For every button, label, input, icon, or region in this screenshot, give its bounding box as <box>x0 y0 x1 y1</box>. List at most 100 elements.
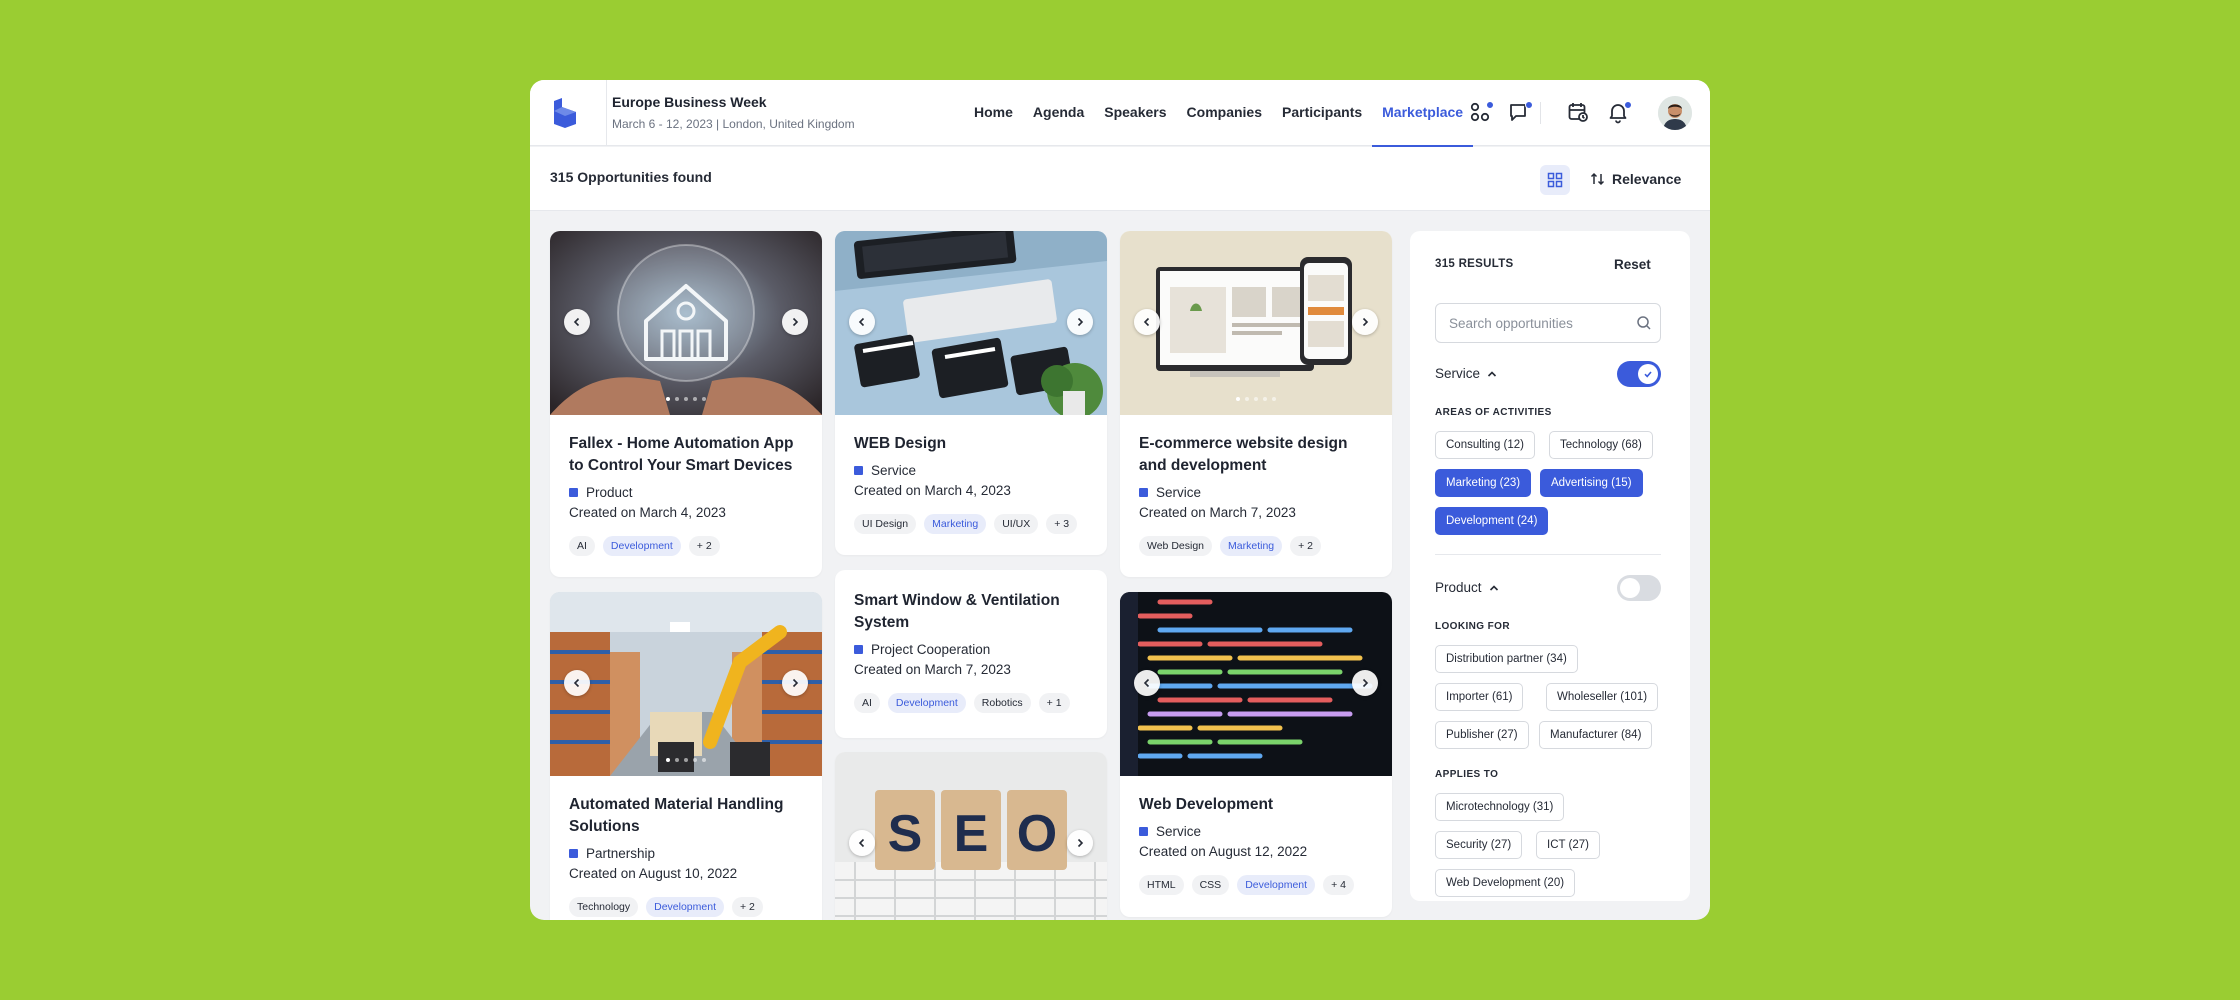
card-date: Created on August 10, 2022 <box>569 866 738 881</box>
carousel-dots <box>1120 397 1392 401</box>
tag-more[interactable]: + 2 <box>732 897 763 917</box>
filter-chip[interactable]: Web Development (20) <box>1435 869 1576 897</box>
filter-chip[interactable]: Technology (68) <box>1549 431 1653 459</box>
tag-more[interactable]: + 1 <box>1038 693 1070 713</box>
carousel-prev-button[interactable] <box>849 309 875 335</box>
card-date: Created on March 7, 2023 <box>854 662 1011 677</box>
nav-home[interactable]: Home <box>964 80 1023 146</box>
grid-view-button[interactable] <box>1540 165 1570 195</box>
carousel-next-button[interactable] <box>782 309 808 335</box>
tag[interactable]: Marketing <box>924 514 987 534</box>
tag[interactable]: AI <box>569 536 595 556</box>
filter-chip[interactable]: Microtechnology (31) <box>1435 793 1565 821</box>
filter-chip[interactable]: Importer (61) <box>1435 683 1524 711</box>
card-date: Created on March 4, 2023 <box>569 505 726 520</box>
calendar-clock-icon[interactable] <box>1566 100 1592 126</box>
card-image <box>550 231 822 415</box>
nav-marketplace[interactable]: Marketplace <box>1372 80 1474 147</box>
carousel-prev-button[interactable] <box>564 309 590 335</box>
filter-chip[interactable]: Publisher (27) <box>1435 721 1529 749</box>
chat-icon[interactable] <box>1507 100 1533 126</box>
filter-chip-selected[interactable]: Marketing (23) <box>1435 469 1532 497</box>
product-switch[interactable] <box>1617 575 1661 601</box>
card-title[interactable]: Fallex - Home Automation App to Control … <box>569 433 809 477</box>
filter-chip-selected[interactable]: Advertising (15) <box>1540 469 1643 497</box>
tag[interactable]: Development <box>646 897 724 917</box>
card-type: Service <box>1139 485 1201 500</box>
search-icon[interactable] <box>1636 315 1652 331</box>
tag[interactable]: UI Design <box>854 514 917 534</box>
carousel-dots <box>550 758 822 762</box>
carousel-next-button[interactable] <box>1067 830 1093 856</box>
reset-button[interactable]: Reset <box>1614 257 1651 272</box>
nav-participants[interactable]: Participants <box>1272 80 1372 146</box>
nav-companies[interactable]: Companies <box>1177 80 1272 146</box>
carousel-next-button[interactable] <box>1352 309 1378 335</box>
card-type-label: Service <box>1156 824 1202 839</box>
tag-more[interactable]: + 2 <box>1290 536 1322 556</box>
tag-more[interactable]: + 4 <box>1323 875 1354 895</box>
opportunity-card[interactable]: S E O <box>835 752 1107 920</box>
nav-agenda[interactable]: Agenda <box>1023 80 1094 146</box>
service-section-toggle[interactable]: Service <box>1435 366 1498 381</box>
apps-icon[interactable] <box>1468 100 1494 126</box>
card-title[interactable]: Smart Window & Ventilation System <box>854 590 1094 634</box>
tag[interactable]: CSS <box>1191 875 1230 895</box>
card-tags: UI Design Marketing UI/UX + 3 <box>854 514 1078 534</box>
section-divider <box>1435 554 1661 555</box>
product-section-toggle[interactable]: Product <box>1435 580 1500 595</box>
tag-more[interactable]: + 3 <box>1046 514 1078 534</box>
tag[interactable]: Technology <box>569 897 639 917</box>
nav-speakers[interactable]: Speakers <box>1094 80 1176 146</box>
carousel-next-button[interactable] <box>1067 309 1093 335</box>
filter-chip[interactable]: Manufacturer (84) <box>1539 721 1653 749</box>
card-title[interactable]: Web Development <box>1139 794 1379 816</box>
opportunity-card[interactable]: WEB Design Service Created on March 4, 2… <box>835 231 1107 555</box>
tag[interactable]: Development <box>1237 875 1316 895</box>
tag[interactable]: HTML <box>1139 875 1184 895</box>
search-input[interactable] <box>1435 303 1661 343</box>
bell-icon[interactable] <box>1606 100 1632 126</box>
tag[interactable]: AI <box>854 693 880 713</box>
card-type: Partnership <box>569 846 655 861</box>
card-image <box>1120 592 1392 776</box>
carousel-prev-button[interactable] <box>1134 670 1160 696</box>
brand-logo[interactable] <box>550 97 580 129</box>
filter-chip[interactable]: ICT (27) <box>1536 831 1600 859</box>
carousel-next-button[interactable] <box>782 670 808 696</box>
opportunity-card[interactable]: Smart Window & Ventilation System Projec… <box>835 570 1107 738</box>
carousel-prev-button[interactable] <box>564 670 590 696</box>
card-type: Service <box>854 463 916 478</box>
card-type: Product <box>569 485 633 500</box>
opportunity-card[interactable]: Web Development Service Created on Augus… <box>1120 592 1392 917</box>
sort-label: Relevance <box>1612 171 1682 187</box>
tag[interactable]: Robotics <box>973 693 1031 713</box>
sort-button[interactable]: Relevance <box>1590 171 1681 187</box>
user-avatar[interactable] <box>1658 96 1692 130</box>
tag[interactable]: Development <box>887 693 966 713</box>
card-title[interactable]: WEB Design <box>854 433 1094 455</box>
header-icon-divider <box>1540 102 1541 124</box>
card-tags: AI Development + 2 <box>569 536 720 556</box>
service-switch[interactable] <box>1617 361 1661 387</box>
filter-chip[interactable]: Security (27) <box>1435 831 1523 859</box>
carousel-prev-button[interactable] <box>849 830 875 856</box>
tag[interactable]: UI/UX <box>994 514 1039 534</box>
filter-chip[interactable]: Consulting (12) <box>1435 431 1535 459</box>
carousel-prev-button[interactable] <box>1134 309 1160 335</box>
opportunity-card[interactable]: E-commerce website design and developmen… <box>1120 231 1392 577</box>
type-marker <box>569 849 578 858</box>
opportunity-card[interactable]: Fallex - Home Automation App to Control … <box>550 231 822 577</box>
card-image: S E O <box>835 752 1107 920</box>
tag-more[interactable]: + 2 <box>688 536 720 556</box>
card-title[interactable]: E-commerce website design and developmen… <box>1139 433 1379 477</box>
filter-chip-selected[interactable]: Development (24) <box>1435 507 1549 535</box>
carousel-next-button[interactable] <box>1352 670 1378 696</box>
card-title[interactable]: Automated Material Handling Solutions <box>569 794 809 838</box>
tag[interactable]: Web Design <box>1139 536 1213 556</box>
opportunity-card[interactable]: Automated Material Handling Solutions Pa… <box>550 592 822 920</box>
filter-chip[interactable]: Wholeseller (101) <box>1546 683 1659 711</box>
filter-chip[interactable]: Distribution partner (34) <box>1435 645 1578 673</box>
tag[interactable]: Marketing <box>1220 536 1283 556</box>
tag[interactable]: Development <box>602 536 681 556</box>
